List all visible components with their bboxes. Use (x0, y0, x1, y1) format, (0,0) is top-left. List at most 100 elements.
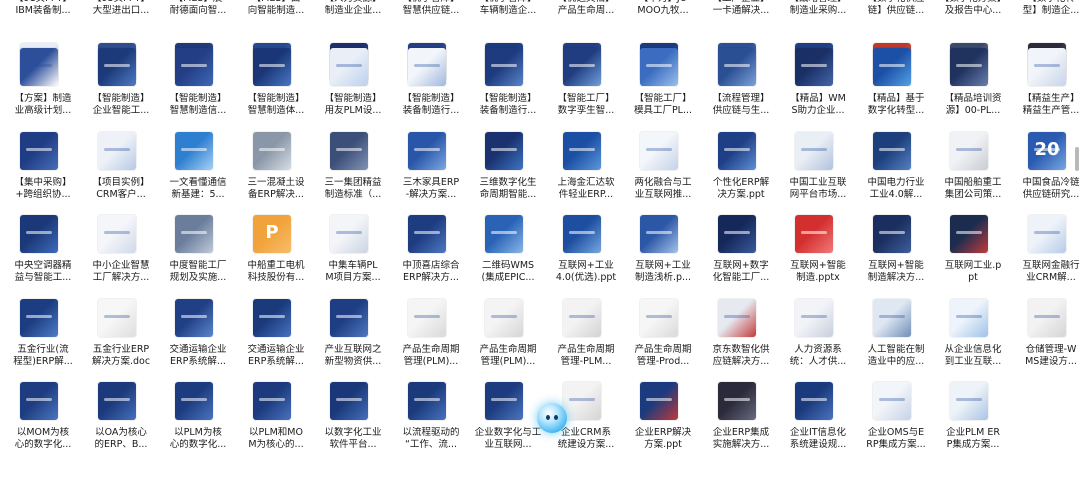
file-item[interactable]: 企业OMS与E RP集成方案... (857, 382, 935, 490)
file-thumbnail-icon: 20 (1028, 132, 1066, 170)
file-thumbnail-icon (485, 215, 523, 253)
thumbnail-glyph: 20 (1034, 139, 1060, 160)
file-thumbnail-icon (640, 215, 678, 253)
file-name-line1: 中小企业智慧 (92, 260, 150, 271)
file-thumbnail-icon (795, 382, 833, 420)
file-thumbnail-icon (330, 299, 368, 337)
file-name-line2: 益与智能工... (14, 272, 72, 283)
file-name-line2: (集成EPIC... (481, 272, 535, 283)
file-item[interactable]: 企业ERP集成 实施解决方... (702, 382, 780, 490)
file-thumbnail-icon (485, 299, 523, 337)
file-name-line2: MOO九牧... (637, 5, 689, 16)
file-thumbnail-icon (718, 48, 756, 86)
file-thumbnail-icon (175, 215, 213, 253)
file-name-line2: 命周期智能... (479, 189, 537, 200)
file-thumbnail-icon (175, 299, 213, 337)
file-thumbnail-icon (98, 132, 136, 170)
vertical-scrollbar[interactable] (1075, 147, 1079, 171)
file-name-line1: 互联网+数字 (713, 260, 769, 271)
file-name-line2: 用友PLM设... (324, 105, 382, 116)
file-item[interactable]: 以OA为核心 的ERP、B... (82, 382, 160, 490)
file-name-line2: 智慧制造信... (169, 105, 227, 116)
file-name-line1: 【精品】WM (790, 93, 846, 104)
file-name-line1: 以PLM和MO (249, 427, 303, 438)
file-name-line2: 业高级计划... (14, 105, 72, 116)
file-thumbnail-icon (253, 132, 291, 170)
thumbnail-glyph: P (265, 222, 279, 243)
file-name-line2: 统：人才供... (789, 356, 847, 367)
file-name-line1: 【精品】基于 (867, 93, 925, 104)
file-thumbnail-icon (98, 299, 136, 337)
file-name-line1: 【智能工厂】 (634, 93, 692, 104)
file-name-line2: 型】制造企... (1022, 5, 1080, 16)
file-name-line2: 程型)ERP解... (13, 356, 73, 367)
file-thumbnail-icon (20, 299, 58, 337)
file-name-line2: 工厂解决方... (92, 272, 150, 283)
file-name-line1: 京东数智化供 (712, 344, 770, 355)
file-thumbnail-icon (330, 48, 368, 86)
file-name-line2: 数字孪生智... (557, 105, 615, 116)
file-thumbnail-icon (640, 132, 678, 170)
file-name-line1: 从企业信息化 (944, 344, 1002, 355)
file-name-line2: 制造浅析.p... (634, 272, 692, 283)
file-thumbnail-icon (563, 132, 601, 170)
file-item[interactable]: 仓储管理-W MS建设方... (1012, 299, 1080, 407)
file-name-line1: 以OA为核心 (95, 427, 147, 438)
file-name-line1: 二维码WMS (481, 260, 535, 271)
file-item[interactable]: 企业PLM ER P集成方案... (934, 382, 1012, 490)
file-name-line1: 中国船舶重工 (944, 177, 1002, 188)
file-thumbnail-icon (640, 382, 678, 420)
file-name-line1: 中国电力行业 (867, 177, 925, 188)
file-name-line1: 互联网+工业 (635, 260, 691, 271)
file-name-line2: 链】供应链... (867, 5, 925, 16)
file-grid: 【91页PPT】IBM装备制...【93页PPT】大型进出口...【MES】展耐… (0, 0, 1080, 450)
file-thumbnail-icon (873, 215, 911, 253)
file-name-line2: 制造标准（... (324, 189, 382, 200)
file-name-line1: 企业ERP集成 (712, 427, 770, 438)
file-name-line2: 企业智能工... (92, 105, 150, 116)
file-name-line1: 人力资源系 (794, 344, 842, 355)
assistant-mascot-icon[interactable] (537, 403, 567, 433)
file-thumbnail-icon (563, 299, 601, 337)
file-item[interactable]: 以流程驱动的 “工作、流... (392, 382, 470, 490)
file-item[interactable]: 企业数字化与工 业互联网... (469, 382, 547, 490)
file-name-line1: 一文看懂通信 (169, 177, 227, 188)
file-thumbnail-icon (795, 215, 833, 253)
file-name-line2: M项目方案... (325, 272, 381, 283)
file-name-line2: “工作、流... (405, 439, 457, 450)
file-item[interactable]: 企业ERP解决 方案.ppt (624, 382, 702, 490)
file-name-line2: 到工业互联... (944, 356, 1002, 367)
file-item[interactable]: 以PLM为核 心的数字化... (159, 382, 237, 490)
file-thumbnail-icon (253, 382, 291, 420)
file-name-line1: 【项目实例】 (92, 177, 150, 188)
file-thumbnail-icon (330, 382, 368, 420)
file-name-line2: 解决方案.doc (91, 356, 151, 367)
file-name-line2: 科技股份有... (247, 272, 305, 283)
file-thumbnail-icon (640, 299, 678, 337)
file-name-line1: 互联网+工业 (558, 260, 614, 271)
file-name-line1: 【智能制造】 (402, 93, 460, 104)
file-name-line2: M为核心的... (248, 439, 304, 450)
file-name-line2: 产品生命周... (557, 5, 615, 16)
file-name-line2: +跨组织协... (15, 189, 71, 200)
file-thumbnail-icon (563, 215, 601, 253)
file-thumbnail-icon (873, 299, 911, 337)
file-name-line2: 向智能制造... (247, 5, 305, 16)
file-thumbnail-icon (20, 382, 58, 420)
file-name-line1: 产品生命周期 (402, 344, 460, 355)
file-name-line1: 互联网金融行 (1022, 260, 1080, 271)
file-thumbnail-icon (950, 382, 988, 420)
file-item[interactable]: 企业IT信息化 系统建设规... (779, 382, 857, 490)
file-name-line2: 源】00-PL... (945, 105, 1001, 116)
file-item[interactable]: 以数字化工业 软件平台... (314, 382, 392, 490)
file-name-line2: 智慧制造体... (247, 105, 305, 116)
file-name-line2: 方案.ppt (644, 439, 682, 450)
file-name-line2: 业互联网... (484, 439, 532, 450)
file-name-line1: 中船重工电机 (247, 260, 305, 271)
file-name-line2: 的ERP、B... (94, 439, 148, 450)
file-name-line2: 规划及实施... (169, 272, 227, 283)
file-item[interactable]: 以MOM为核 心的数字化... (4, 382, 82, 490)
file-name-line1: 交通运输企业 (169, 344, 227, 355)
file-item[interactable]: 以PLM和MO M为核心的... (237, 382, 315, 490)
file-thumbnail-icon (563, 382, 601, 420)
